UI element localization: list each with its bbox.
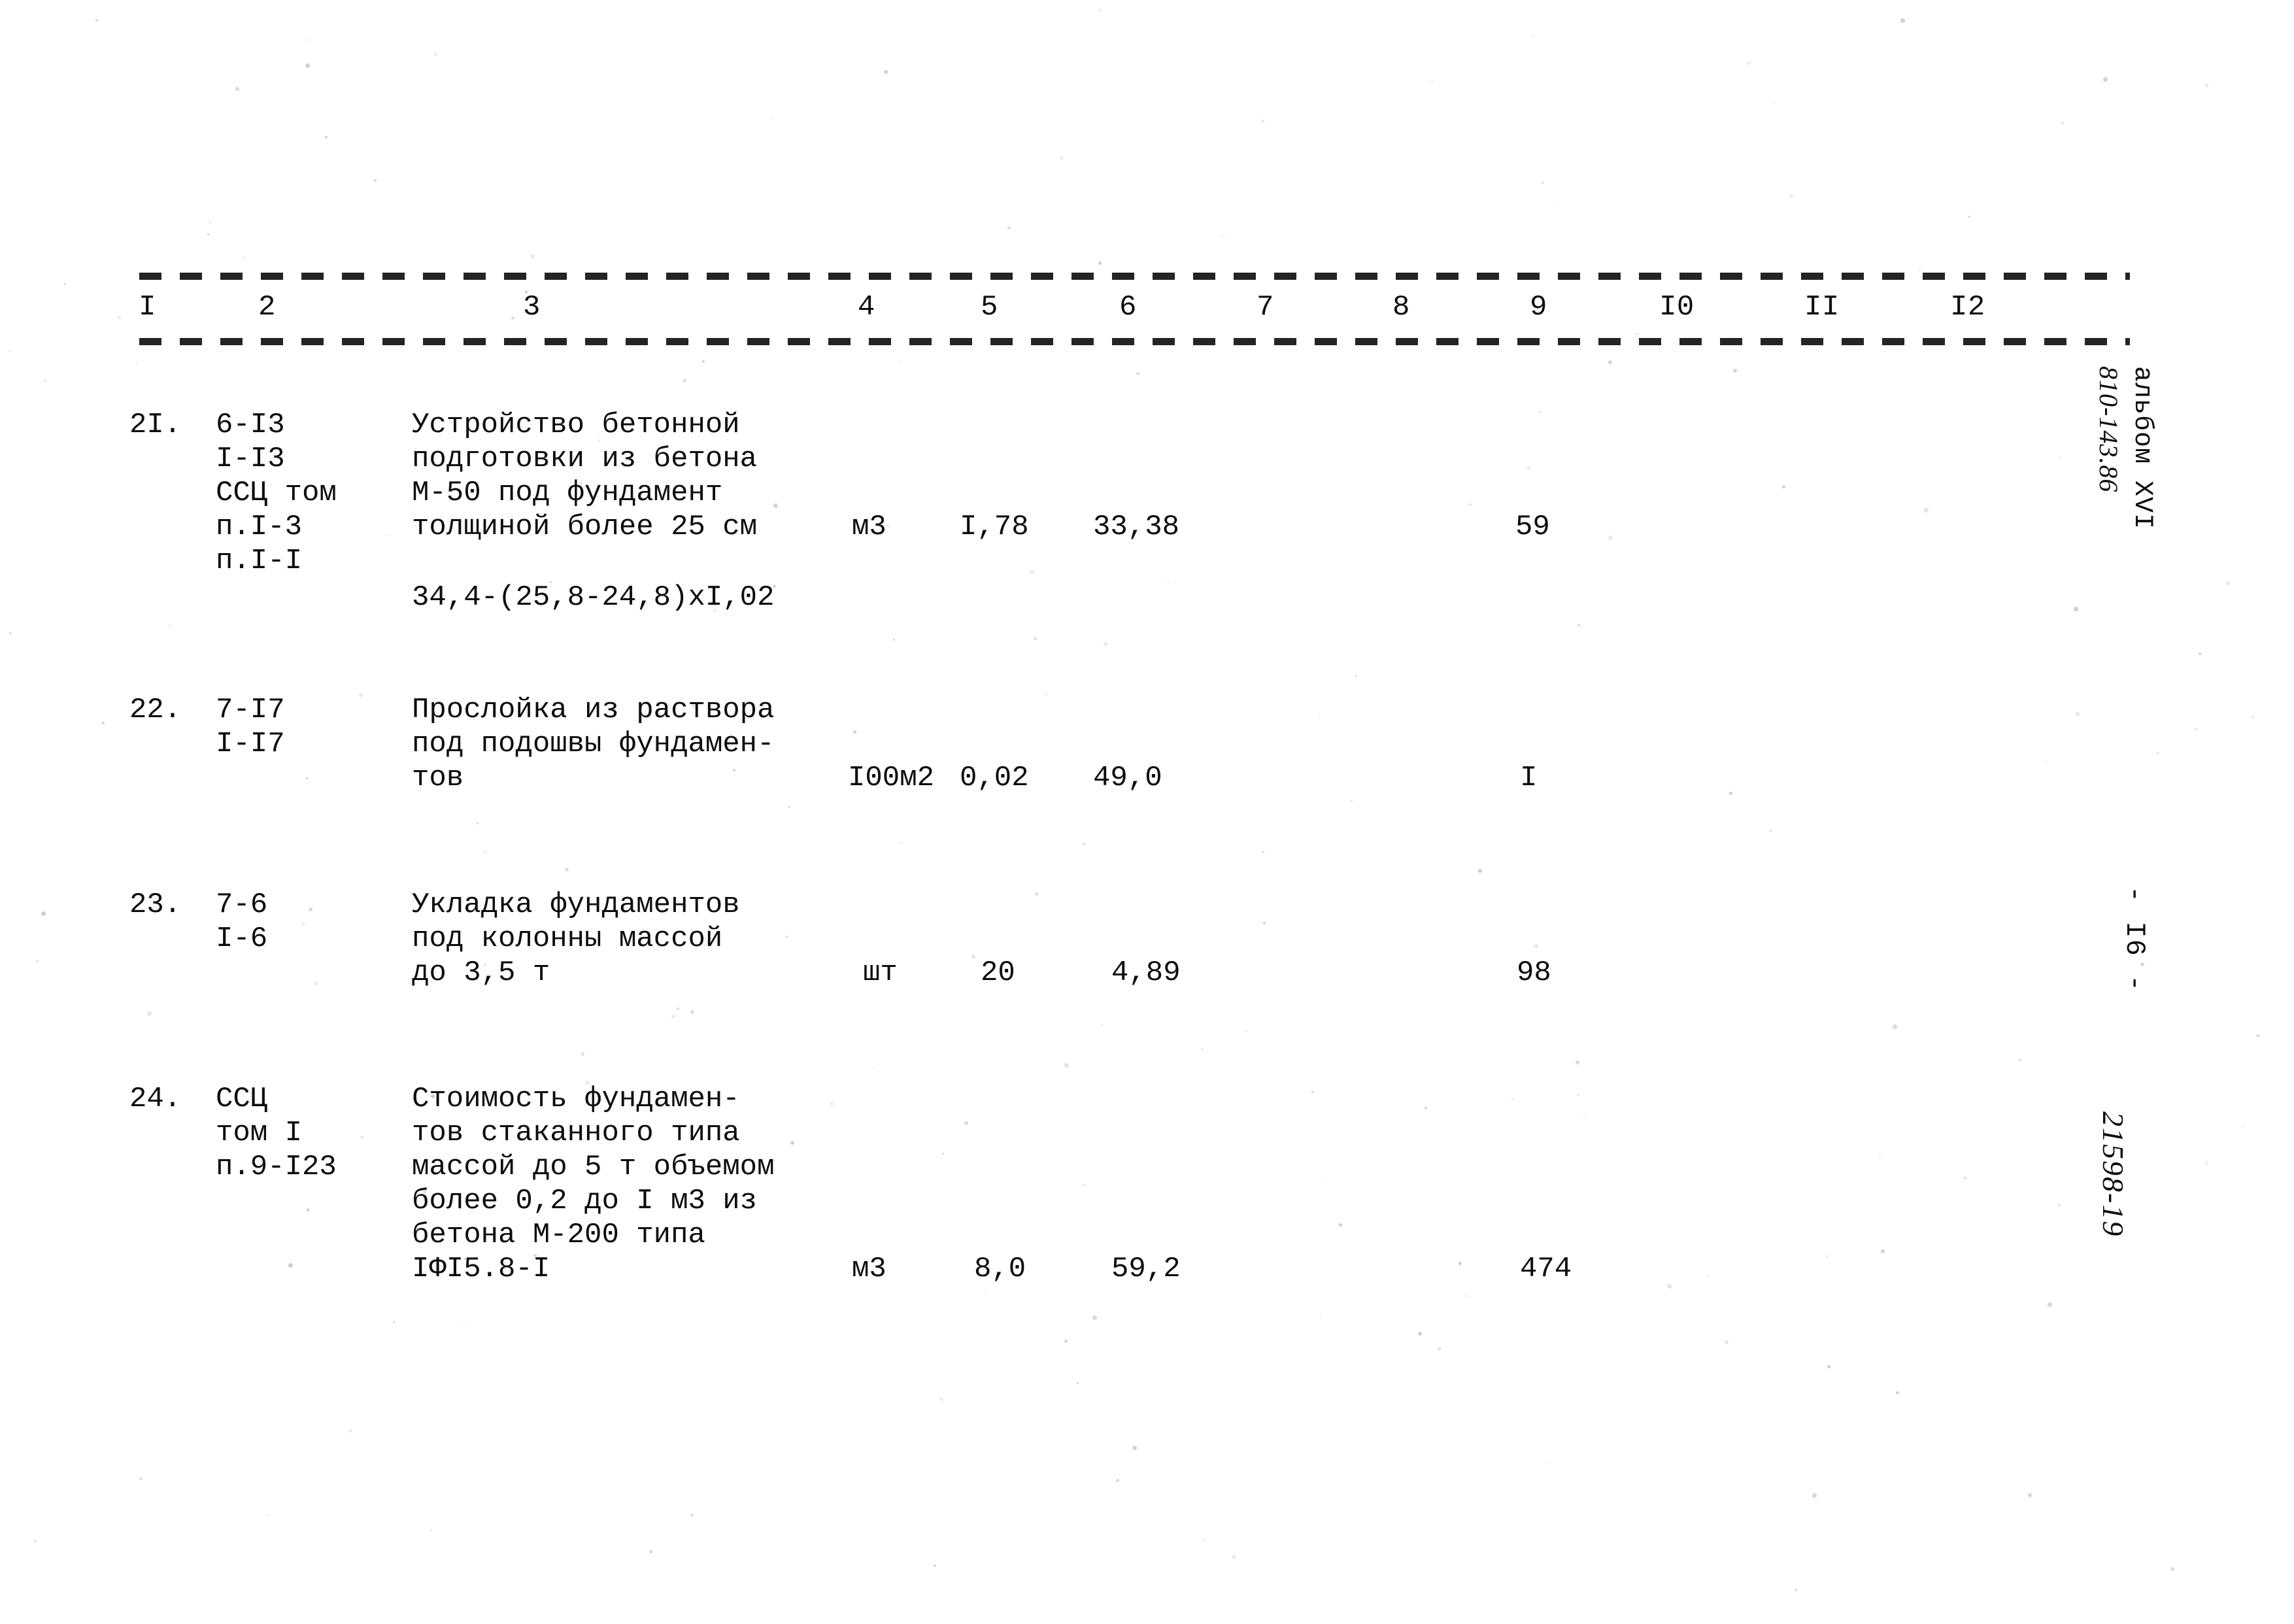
- row-description-line: М-50 под фундамент: [412, 477, 723, 509]
- row-code-line: п.I-3: [216, 511, 303, 543]
- row-unit-price: 4,89: [1111, 956, 1181, 989]
- row-description-line: более 0,2 до I м3 из: [412, 1185, 758, 1217]
- column-header-12: I2: [1950, 291, 1985, 324]
- column-header-11: II: [1804, 291, 1840, 324]
- row-description-line: тов: [412, 762, 464, 794]
- document-number: 21598-19: [2097, 1111, 2130, 1238]
- row-calculation-formula: 34,4-(25,8-24,8)xI,02: [412, 581, 775, 614]
- row-code-line: I-6: [216, 922, 268, 955]
- row-description-line: массой до 5 т объемом: [412, 1151, 775, 1183]
- row-description-line: Прослойка из раствора: [412, 694, 775, 726]
- row-code-line: 7-I7: [216, 694, 285, 726]
- row-description-line: бетона М-200 типа: [412, 1219, 705, 1251]
- column-header-7: 7: [1257, 291, 1274, 324]
- column-header-9: 9: [1530, 291, 1547, 324]
- estimate-table: I 2 3 4 5 6 7 8 9 I0 II I2 2I. 6-I3 I-I3…: [0, 0, 2294, 1624]
- row-unit-price: 59,2: [1111, 1253, 1181, 1285]
- row-unit-price: 33,38: [1093, 511, 1180, 543]
- row-code-line: ССЦ: [216, 1083, 268, 1115]
- row-description-line: Устройство бетонной: [412, 409, 740, 441]
- column-header-1: I: [139, 291, 156, 324]
- row-quantity: 8,0: [974, 1253, 1026, 1285]
- page-number-label: - I6 -: [2119, 886, 2150, 993]
- column-header-10: I0: [1659, 291, 1695, 324]
- row-unit: м3: [852, 1253, 886, 1285]
- row-code-line: ССЦ том: [216, 477, 337, 509]
- row-description-line: до 3,5 т: [412, 956, 550, 989]
- row-column9: I: [1520, 762, 1538, 794]
- row-description-line: под колонны массой: [412, 922, 723, 955]
- row-code-line: I-I7: [216, 728, 285, 760]
- row-description-line: под подошвы фундамен-: [412, 728, 775, 760]
- table-top-dashed-rule: [139, 273, 2130, 280]
- row-description-line: Стоимость фундамен-: [412, 1083, 740, 1115]
- column-header-4: 4: [858, 291, 875, 324]
- row-number: 24.: [129, 1083, 182, 1115]
- album-code: 810-143.86: [2094, 366, 2123, 493]
- column-header-2: 2: [258, 291, 276, 324]
- row-number: 23.: [129, 888, 182, 921]
- row-code-line: п.I-I: [216, 545, 303, 577]
- album-label: альбом XVI: [2127, 366, 2157, 530]
- row-code-line: 7-6: [216, 888, 268, 921]
- row-column9: 474: [1520, 1253, 1572, 1285]
- row-unit: м3: [852, 511, 886, 543]
- row-number: 2I.: [129, 409, 182, 441]
- row-description-line: тов стаканного типа: [412, 1117, 740, 1149]
- row-code-line: 6-I3: [216, 409, 285, 441]
- column-header-5: 5: [981, 291, 998, 324]
- row-description-line: IФI5.8-I: [412, 1253, 550, 1285]
- column-header-6: 6: [1119, 291, 1137, 324]
- row-unit-price: 49,0: [1093, 762, 1162, 794]
- row-quantity: 20: [981, 956, 1015, 989]
- column-header-8: 8: [1392, 291, 1410, 324]
- row-code-line: I-I3: [216, 443, 285, 475]
- row-code-line: п.9-I23: [216, 1151, 337, 1183]
- row-column9: 59: [1515, 511, 1550, 543]
- row-quantity: I,78: [960, 511, 1029, 543]
- table-header-dashed-rule: [139, 338, 2130, 345]
- row-unit: шт: [863, 956, 898, 989]
- row-description-line: толщиной более 25 см: [412, 511, 758, 543]
- row-code-line: том I: [216, 1117, 303, 1149]
- row-description-line: Укладка фундаментов: [412, 888, 740, 921]
- row-description-line: подготовки из бетона: [412, 443, 758, 475]
- row-number: 22.: [129, 694, 182, 726]
- row-quantity: 0,02: [960, 762, 1029, 794]
- column-header-3: 3: [523, 291, 541, 324]
- row-unit: I00м2: [848, 762, 935, 794]
- row-column9: 98: [1517, 956, 1551, 989]
